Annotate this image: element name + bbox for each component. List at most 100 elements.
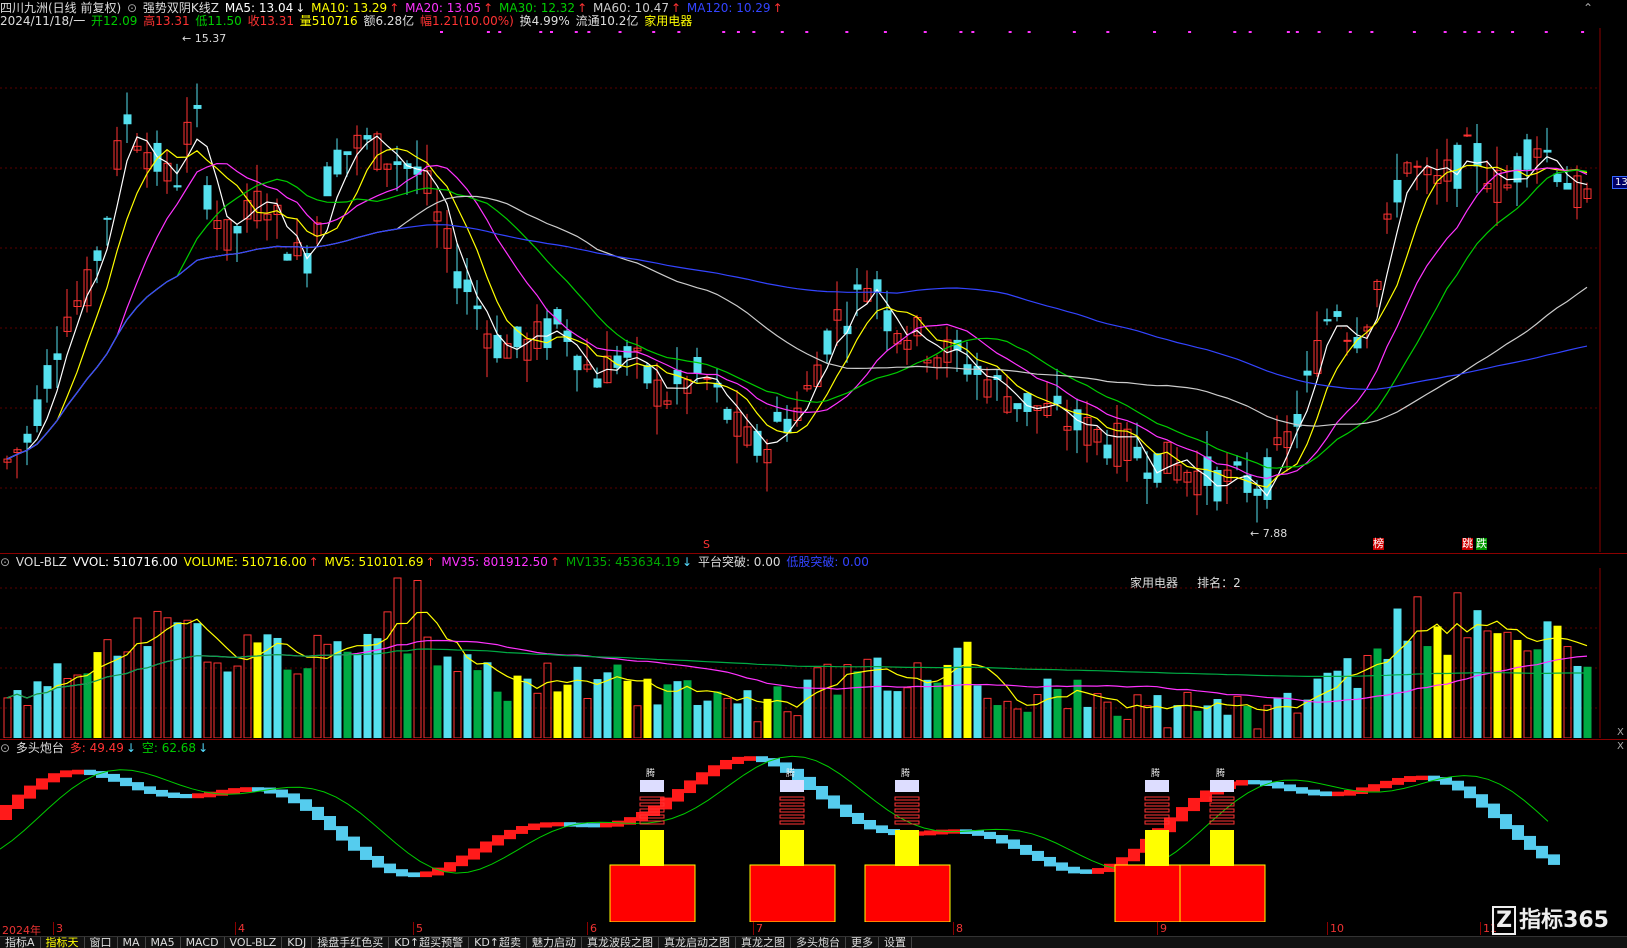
volume-bar — [1043, 678, 1052, 738]
open-value: 开12.09 — [91, 14, 138, 28]
volume-bar — [303, 668, 312, 738]
signal-dot — [1511, 31, 1515, 33]
volume-value: 量510716 — [299, 14, 358, 28]
window-up-icon[interactable]: ⌃ — [1583, 1, 1593, 15]
duo-step — [396, 869, 408, 877]
volume-bar — [993, 705, 1002, 738]
volume-bar — [123, 651, 132, 738]
indicator-tab[interactable]: KD↑超卖 — [469, 937, 528, 948]
duo-step — [1392, 777, 1404, 785]
indicator-tab[interactable]: MA — [118, 937, 146, 948]
candle-body — [1563, 182, 1572, 190]
signal-dot — [1477, 31, 1481, 33]
price-chart[interactable] — [0, 28, 1627, 552]
duo-step — [924, 830, 936, 836]
duo-step — [72, 769, 84, 775]
duo-step — [1176, 807, 1188, 822]
indicator-tab[interactable]: VOL-BLZ — [225, 937, 283, 948]
indicator-tab[interactable]: 更多 — [846, 937, 880, 948]
volume-bar — [1153, 695, 1162, 738]
volume-bar — [1333, 670, 1342, 738]
volume-bar — [1113, 715, 1122, 738]
indicator-chart[interactable]: 腾腾腾腾腾 — [0, 752, 1627, 922]
volume-bar — [1123, 718, 1132, 738]
sector-value[interactable]: 家用电器 — [644, 14, 692, 28]
duo-step — [1032, 850, 1044, 861]
logo-text: 指标365 — [1519, 908, 1609, 933]
signal-dot — [1027, 31, 1031, 33]
ma120-value: MA120: 10.29 — [686, 1, 771, 15]
duo-step — [408, 872, 420, 878]
duo-step — [1320, 791, 1332, 797]
candle-body — [1303, 370, 1312, 376]
candle-body — [53, 353, 62, 360]
indicator-tab[interactable]: 指标天 — [41, 937, 85, 948]
indicator-tab[interactable]: 真龙波段之图 — [582, 937, 660, 948]
signal-dot — [1106, 31, 1110, 33]
duo-step — [144, 786, 156, 794]
duo-step — [0, 804, 12, 820]
signal-coil — [894, 808, 920, 813]
platform-break-value: 平台突破: 0.00 — [697, 555, 781, 569]
vol-indicator-name[interactable]: VOL-BLZ — [16, 555, 67, 569]
candle-body — [463, 279, 472, 293]
volume-bar — [883, 690, 892, 738]
duo-step — [192, 793, 204, 799]
signal-cap — [895, 780, 919, 792]
duo-step — [588, 823, 600, 828]
indicator-tab[interactable]: MACD — [181, 937, 225, 948]
volume-chart[interactable] — [0, 568, 1627, 738]
signal-dot — [498, 31, 502, 33]
signal-label: 腾 — [1216, 767, 1225, 779]
indicator-tab[interactable]: 魅力启动 — [527, 937, 583, 948]
volume-bar — [1513, 639, 1522, 738]
candle-body — [23, 433, 32, 443]
volume-bar — [513, 675, 522, 738]
signal-dot — [845, 31, 849, 33]
volume-bar — [333, 641, 342, 738]
low-break-value: 低股突破: 0.00 — [786, 555, 869, 569]
indicator-tab[interactable]: KDJ — [282, 937, 313, 948]
volume-bar — [143, 646, 152, 738]
volume-bar — [1533, 649, 1542, 738]
indicator-tab[interactable]: 指标A — [0, 937, 41, 948]
signal-coil — [1209, 796, 1235, 801]
date-axis-label: 7 — [756, 922, 763, 935]
indicator-tab[interactable]: 窗口 — [85, 937, 118, 948]
panel-toggle-icon[interactable]: ⊙ — [0, 555, 10, 569]
signal-dot — [618, 31, 622, 33]
duo-step — [228, 788, 240, 794]
signal-dot — [677, 31, 681, 33]
signal-pillar — [780, 830, 804, 866]
indicator-tab[interactable]: MA5 — [146, 937, 181, 948]
signal-dot — [587, 31, 591, 33]
indicator-panel-divider — [0, 739, 1627, 740]
signal-dot — [883, 31, 887, 33]
indicator-tab[interactable]: KD↑超买预警 — [389, 937, 470, 948]
date-axis: 2024年 3 4 5 6 7 8 9 10 11 — [0, 922, 1600, 937]
candle-body — [1233, 461, 1242, 466]
duo-step — [708, 765, 720, 777]
panel-close-icon[interactable]: X — [1617, 727, 1624, 738]
indicator-tab[interactable]: 真龙之图 — [736, 937, 792, 948]
volume-bar — [1093, 693, 1102, 738]
indicator-tab[interactable]: 多头炮台 — [791, 937, 847, 948]
signal-dot — [1348, 31, 1352, 33]
panel-close-icon[interactable]: X — [1617, 741, 1624, 752]
indicator-tab[interactable]: 设置 — [879, 937, 913, 948]
candle-body — [693, 357, 702, 374]
candle-body — [823, 330, 832, 355]
duo-step — [996, 835, 1008, 844]
indicator-tab[interactable]: 操盘手红色买 — [312, 937, 390, 948]
signal-tag-3: 跌 — [1476, 537, 1487, 550]
candle-body — [1333, 311, 1342, 317]
volume-bar — [153, 610, 162, 738]
volume-bar — [1063, 708, 1072, 738]
indicator-tab[interactable]: 真龙启动之图 — [659, 937, 737, 948]
volume-bar — [1003, 700, 1012, 738]
signal-dot — [971, 31, 975, 33]
volume-bar — [43, 686, 52, 738]
signal-tag-2: 跳 — [1462, 537, 1473, 550]
signal-dot — [959, 31, 963, 33]
mv35-value: MV35: 801912.50 — [441, 555, 548, 569]
